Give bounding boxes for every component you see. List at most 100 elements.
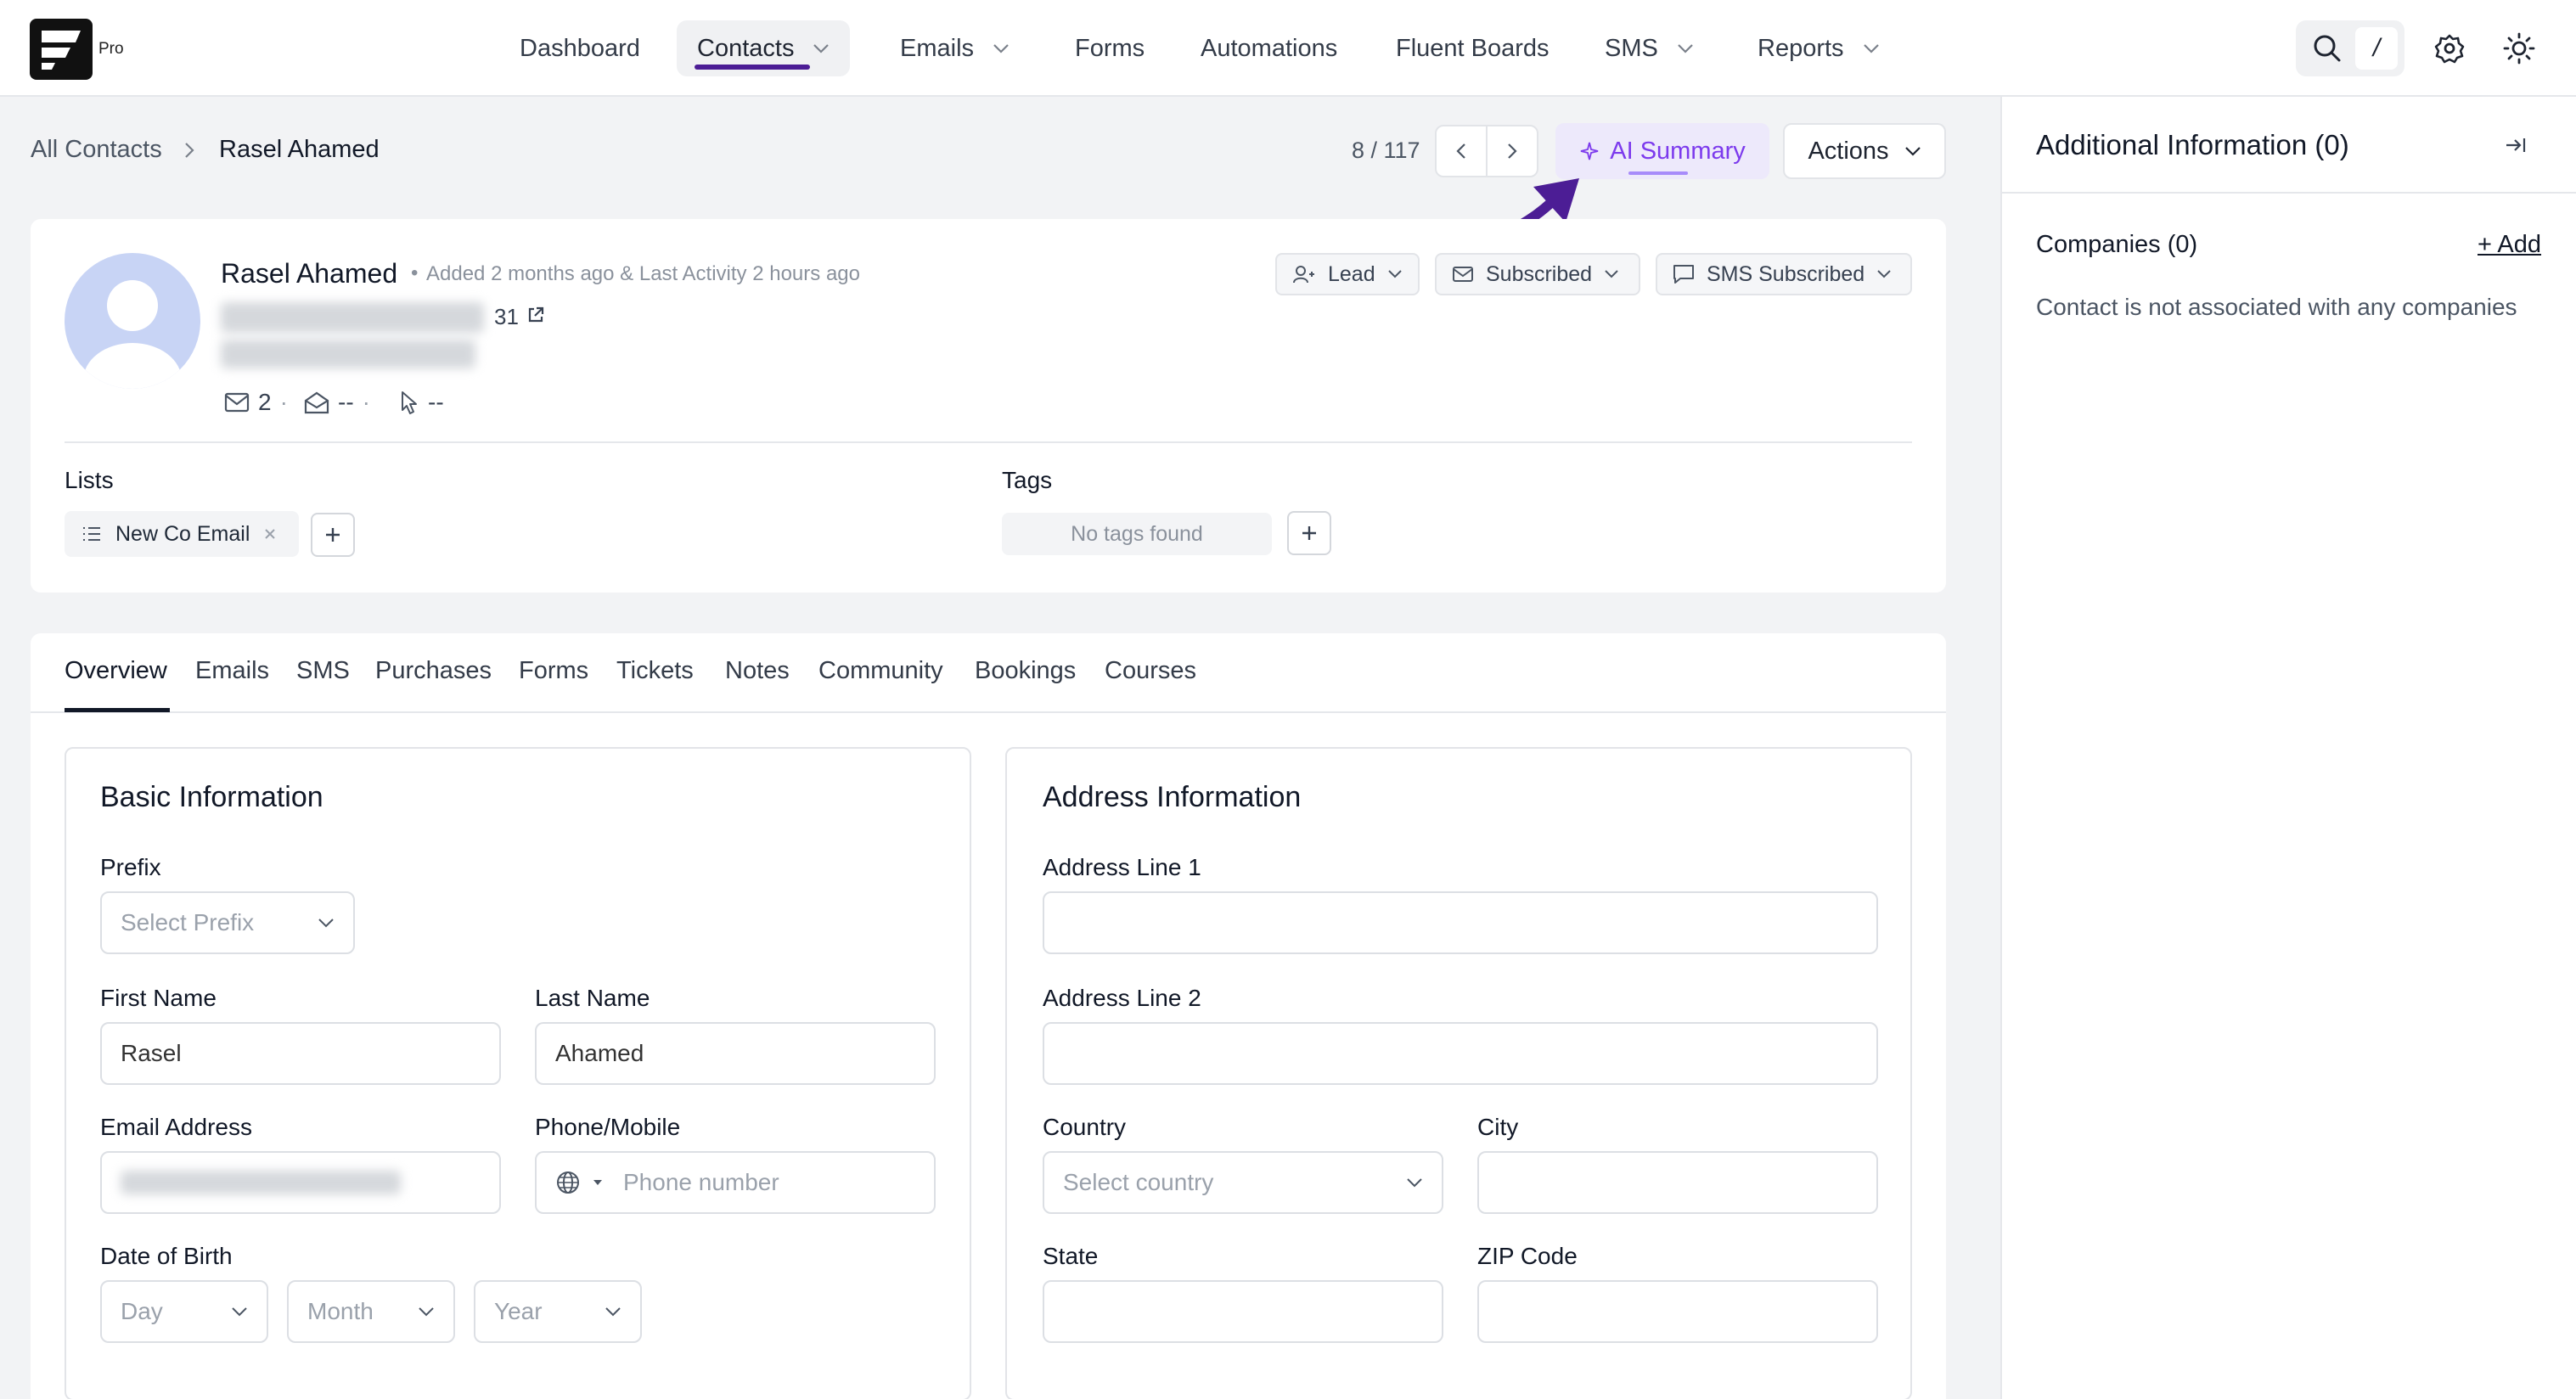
list-icon: [82, 525, 102, 542]
country-label: Country: [1043, 1114, 1127, 1140]
mail-icon: [1452, 266, 1474, 283]
app-logo-icon[interactable]: [30, 19, 93, 80]
external-link-icon[interactable]: [526, 306, 545, 324]
dob-year-select[interactable]: Year: [474, 1280, 642, 1343]
no-tags-placeholder: No tags found: [1002, 513, 1272, 555]
search-shortcut-key[interactable]: /: [2355, 27, 2398, 70]
first-name-label: First Name: [100, 985, 217, 1011]
last-name-input[interactable]: Ahamed: [535, 1022, 936, 1085]
add-list-button[interactable]: [311, 513, 355, 557]
companies-label: Companies (0): [2036, 231, 2198, 258]
divider: [65, 441, 1912, 443]
tab-forms[interactable]: Forms: [519, 657, 588, 685]
state-input[interactable]: [1043, 1280, 1443, 1343]
top-navigation: Pro Dashboard Contacts Emails Forms Auto…: [0, 0, 2576, 97]
search-icon[interactable]: [2311, 32, 2343, 65]
tab-community[interactable]: Community: [818, 657, 943, 685]
nav-fluent-boards[interactable]: Fluent Boards: [1375, 20, 1570, 76]
last-name-label: Last Name: [535, 985, 650, 1011]
address-line2-input[interactable]: [1043, 1022, 1878, 1085]
remove-list-icon[interactable]: [263, 527, 277, 541]
sparkle-icon: [1579, 141, 1600, 161]
companies-empty-text: Contact is not associated with any compa…: [2036, 294, 2517, 320]
nav-label: Emails: [900, 34, 975, 62]
mail-icon: [224, 392, 250, 413]
address-line1-input[interactable]: [1043, 891, 1878, 954]
first-name-input[interactable]: Rasel: [100, 1022, 501, 1085]
sidebar-title: Additional Information (0): [2036, 129, 2349, 160]
collapse-sidebar-icon[interactable]: [2503, 132, 2528, 158]
chevron-down-icon: [1406, 1177, 1423, 1188]
chevron-left-icon: [1456, 143, 1465, 159]
tab-emails[interactable]: Emails: [195, 657, 269, 685]
nav-label: Reports: [1758, 34, 1844, 62]
tags-label: Tags: [1002, 467, 1053, 493]
tab-purchases[interactable]: Purchases: [375, 657, 492, 685]
sms-status-dropdown[interactable]: SMS Subscribed: [1656, 253, 1912, 295]
nav-automations[interactable]: Automations: [1180, 20, 1358, 76]
actions-label: Actions: [1808, 137, 1889, 165]
breadcrumb-all-contacts[interactable]: All Contacts: [31, 136, 162, 164]
pager-position: 8 / 117: [1352, 138, 1420, 163]
email-clicks-stat: --: [399, 389, 444, 416]
nav-label: Automations: [1201, 34, 1338, 62]
nav-reports[interactable]: Reports: [1737, 20, 1900, 76]
nav-label: Dashboard: [520, 34, 640, 62]
address-information-panel: Address Information Address Line 1 Addre…: [1005, 747, 1912, 1399]
ai-summary-label: AI Summary: [1610, 137, 1746, 165]
city-label: City: [1477, 1114, 1519, 1140]
zip-label: ZIP Code: [1477, 1243, 1578, 1269]
zip-input[interactable]: [1477, 1280, 1878, 1343]
nav-label: Contacts: [697, 34, 795, 62]
phone-placeholder: Phone number: [623, 1169, 779, 1195]
email-input[interactable]: [100, 1151, 501, 1214]
state-label: State: [1043, 1243, 1099, 1269]
chevron-down-icon: [1876, 269, 1892, 279]
sun-icon[interactable]: [2503, 32, 2535, 65]
nav-sms[interactable]: SMS: [1584, 20, 1714, 76]
chevron-right-icon: [1508, 143, 1517, 159]
nav-dashboard[interactable]: Dashboard: [499, 20, 661, 76]
nav-forms[interactable]: Forms: [1055, 20, 1165, 76]
breadcrumb-current: Rasel Ahamed: [219, 136, 380, 163]
avatar[interactable]: [65, 253, 200, 389]
tab-sms[interactable]: SMS: [296, 657, 350, 685]
emails-sent-stat: 2 ·: [224, 389, 288, 416]
nav-emails[interactable]: Emails: [880, 20, 1030, 76]
dob-day-select[interactable]: Day: [100, 1280, 268, 1343]
contact-age: 31: [494, 304, 519, 329]
tab-bookings[interactable]: Bookings: [975, 657, 1076, 685]
redacted-address: [221, 340, 475, 368]
tab-tickets[interactable]: Tickets: [616, 657, 694, 685]
phone-input[interactable]: Phone number: [535, 1151, 936, 1214]
city-input[interactable]: [1477, 1151, 1878, 1214]
basic-information-panel: Basic Information Prefix Select Prefix F…: [65, 747, 971, 1399]
list-name: New Co Email: [115, 521, 250, 546]
sidebar-divider: [2002, 192, 2576, 194]
lists-label: Lists: [65, 467, 114, 493]
tab-courses[interactable]: Courses: [1105, 657, 1196, 685]
cursor-click-icon: [399, 390, 419, 415]
tab-overview[interactable]: Overview: [65, 657, 167, 685]
tab-notes[interactable]: Notes: [725, 657, 790, 685]
globe-icon[interactable]: [555, 1170, 581, 1195]
country-select[interactable]: Select country: [1043, 1151, 1443, 1214]
message-icon: [1673, 264, 1695, 284]
panel-title: Address Information: [1043, 781, 1302, 813]
add-company-link[interactable]: + Add: [2478, 231, 2541, 259]
phone-label: Phone/Mobile: [535, 1114, 681, 1140]
address-line1-label: Address Line 1: [1043, 854, 1201, 880]
actions-dropdown[interactable]: Actions: [1783, 123, 1946, 179]
redacted-email: [221, 302, 484, 333]
prefix-select[interactable]: Select Prefix: [100, 891, 355, 954]
contact-type-dropdown[interactable]: Lead: [1275, 253, 1420, 295]
address-line2-label: Address Line 2: [1043, 985, 1201, 1011]
email-label: Email Address: [100, 1114, 252, 1140]
users-icon: [1292, 264, 1316, 284]
active-nav-indicator: [695, 65, 810, 70]
dob-month-select[interactable]: Month: [287, 1280, 455, 1343]
settings-gear-icon[interactable]: [2433, 32, 2466, 65]
email-status-dropdown[interactable]: Subscribed: [1435, 253, 1640, 295]
add-tag-button[interactable]: [1287, 511, 1331, 555]
breadcrumb-chevron-icon: [183, 141, 195, 160]
